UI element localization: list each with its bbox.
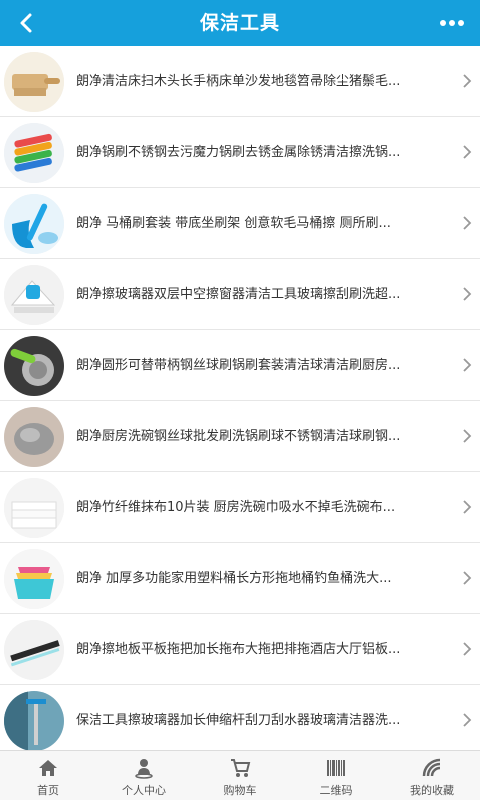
app-header: 保洁工具 [0, 0, 480, 46]
product-title: 朗净锅刷不锈钢去污魔力锅刷去锈金属除锈清洁擦洗锅... [76, 145, 401, 160]
product-title: 朗净 加厚多功能家用塑料桶长方形拖地桶钓鱼桶洗大... [76, 571, 392, 586]
dish-cloth-image [4, 478, 64, 538]
list-item[interactable]: 朗净锅刷不锈钢去污魔力锅刷去锈金属除锈清洁擦洗锅... [0, 117, 480, 188]
tab-user-center[interactable]: 个人中心 [96, 751, 192, 800]
barcode-icon [327, 760, 345, 776]
steel-wool-brush-image [4, 336, 64, 396]
product-title: 朗净清洁床扫木头长手柄床单沙发地毯笤帚除尘猪鬃毛... [76, 74, 401, 89]
chevron-right-icon [463, 216, 472, 230]
chevron-right-icon [463, 713, 472, 727]
chevron-right-icon [463, 500, 472, 514]
product-title: 朗净厨房洗碗钢丝球批发刷洗锅刷球不锈钢清洁球刷钢... [76, 429, 401, 444]
glass-squeegee-image [4, 691, 64, 750]
tab-cart[interactable]: 购物车 [192, 751, 288, 800]
tab-label: 个人中心 [122, 784, 166, 797]
chevron-right-icon [463, 287, 472, 301]
page-title: 保洁工具 [199, 12, 280, 34]
chevron-right-icon [463, 642, 472, 656]
list-item[interactable]: 朗净擦地板平板拖把加长拖布大拖把排拖酒店大厅铝板... [0, 614, 480, 685]
list-item[interactable]: 朗净擦玻璃器双层中空擦窗器清洁工具玻璃擦刮刷洗超... [0, 259, 480, 330]
chevron-right-icon [463, 429, 472, 443]
list-item[interactable]: 朗净清洁床扫木头长手柄床单沙发地毯笤帚除尘猪鬃毛... [0, 46, 480, 117]
product-title: 朗净擦地板平板拖把加长拖布大拖把排拖酒店大厅铝板... [76, 642, 401, 657]
tab-home[interactable]: 首页 [0, 751, 96, 800]
window-cleaner-image [4, 265, 64, 325]
cart-icon [231, 759, 251, 777]
steel-wool-ball-image [4, 407, 64, 467]
product-list: 朗净清洁床扫木头长手柄床单沙发地毯笤帚除尘猪鬃毛... 朗净锅刷不锈钢去污魔力锅… [0, 46, 480, 750]
user-center-icon [135, 759, 153, 779]
colorful-sponges-image [4, 123, 64, 183]
list-item[interactable]: 朗净 加厚多功能家用塑料桶长方形拖地桶钓鱼桶洗大... [0, 543, 480, 614]
list-item[interactable]: 朗净 马桶刷套装 带底坐刷架 创意软毛马桶擦 厕所刷... [0, 188, 480, 259]
tab-label: 二维码 [319, 784, 353, 797]
list-item[interactable]: 朗净竹纤维抹布10片装 厨房洗碗巾吸水不掉毛洗碗布... [0, 472, 480, 543]
product-title: 保洁工具擦玻璃器加长伸缩杆刮刀刮水器玻璃清洁器洗... [76, 713, 401, 728]
product-title: 朗净 马桶刷套装 带底坐刷架 创意软毛马桶擦 厕所刷... [76, 216, 391, 231]
tab-label: 购物车 [223, 784, 257, 797]
chevron-right-icon [463, 145, 472, 159]
bottom-tab-bar: 首页 个人中心 购物车 二维码 我的收藏 [0, 750, 480, 800]
product-title: 朗净竹纤维抹布10片装 厨房洗碗巾吸水不掉毛洗碗布... [76, 500, 396, 515]
home-icon [39, 760, 57, 776]
toilet-brush-image [4, 194, 64, 254]
chevron-right-icon [463, 571, 472, 585]
favorites-icon [422, 758, 441, 777]
tab-label: 首页 [37, 784, 59, 797]
bed-brush-image [4, 52, 64, 112]
plastic-bucket-image [4, 549, 64, 609]
list-item[interactable]: 朗净圆形可替带柄钢丝球刷锅刷套装清洁球清洁刷厨房... [0, 330, 480, 401]
product-title: 朗净圆形可替带柄钢丝球刷锅刷套装清洁球清洁刷厨房... [76, 358, 401, 373]
chevron-right-icon [463, 74, 472, 88]
list-item[interactable]: 朗净厨房洗碗钢丝球批发刷洗锅刷球不锈钢清洁球刷钢... [0, 401, 480, 472]
tab-barcode[interactable]: 二维码 [288, 751, 384, 800]
more-dots-icon [440, 20, 464, 26]
tab-label: 我的收藏 [410, 784, 454, 797]
flat-mop-image [4, 620, 64, 680]
tab-favorites[interactable]: 我的收藏 [384, 751, 480, 800]
more-button[interactable] [434, 0, 470, 46]
list-item[interactable]: 保洁工具擦玻璃器加长伸缩杆刮刀刮水器玻璃清洁器洗... [0, 685, 480, 750]
product-title: 朗净擦玻璃器双层中空擦窗器清洁工具玻璃擦刮刷洗超... [76, 287, 401, 302]
chevron-right-icon [463, 358, 472, 372]
